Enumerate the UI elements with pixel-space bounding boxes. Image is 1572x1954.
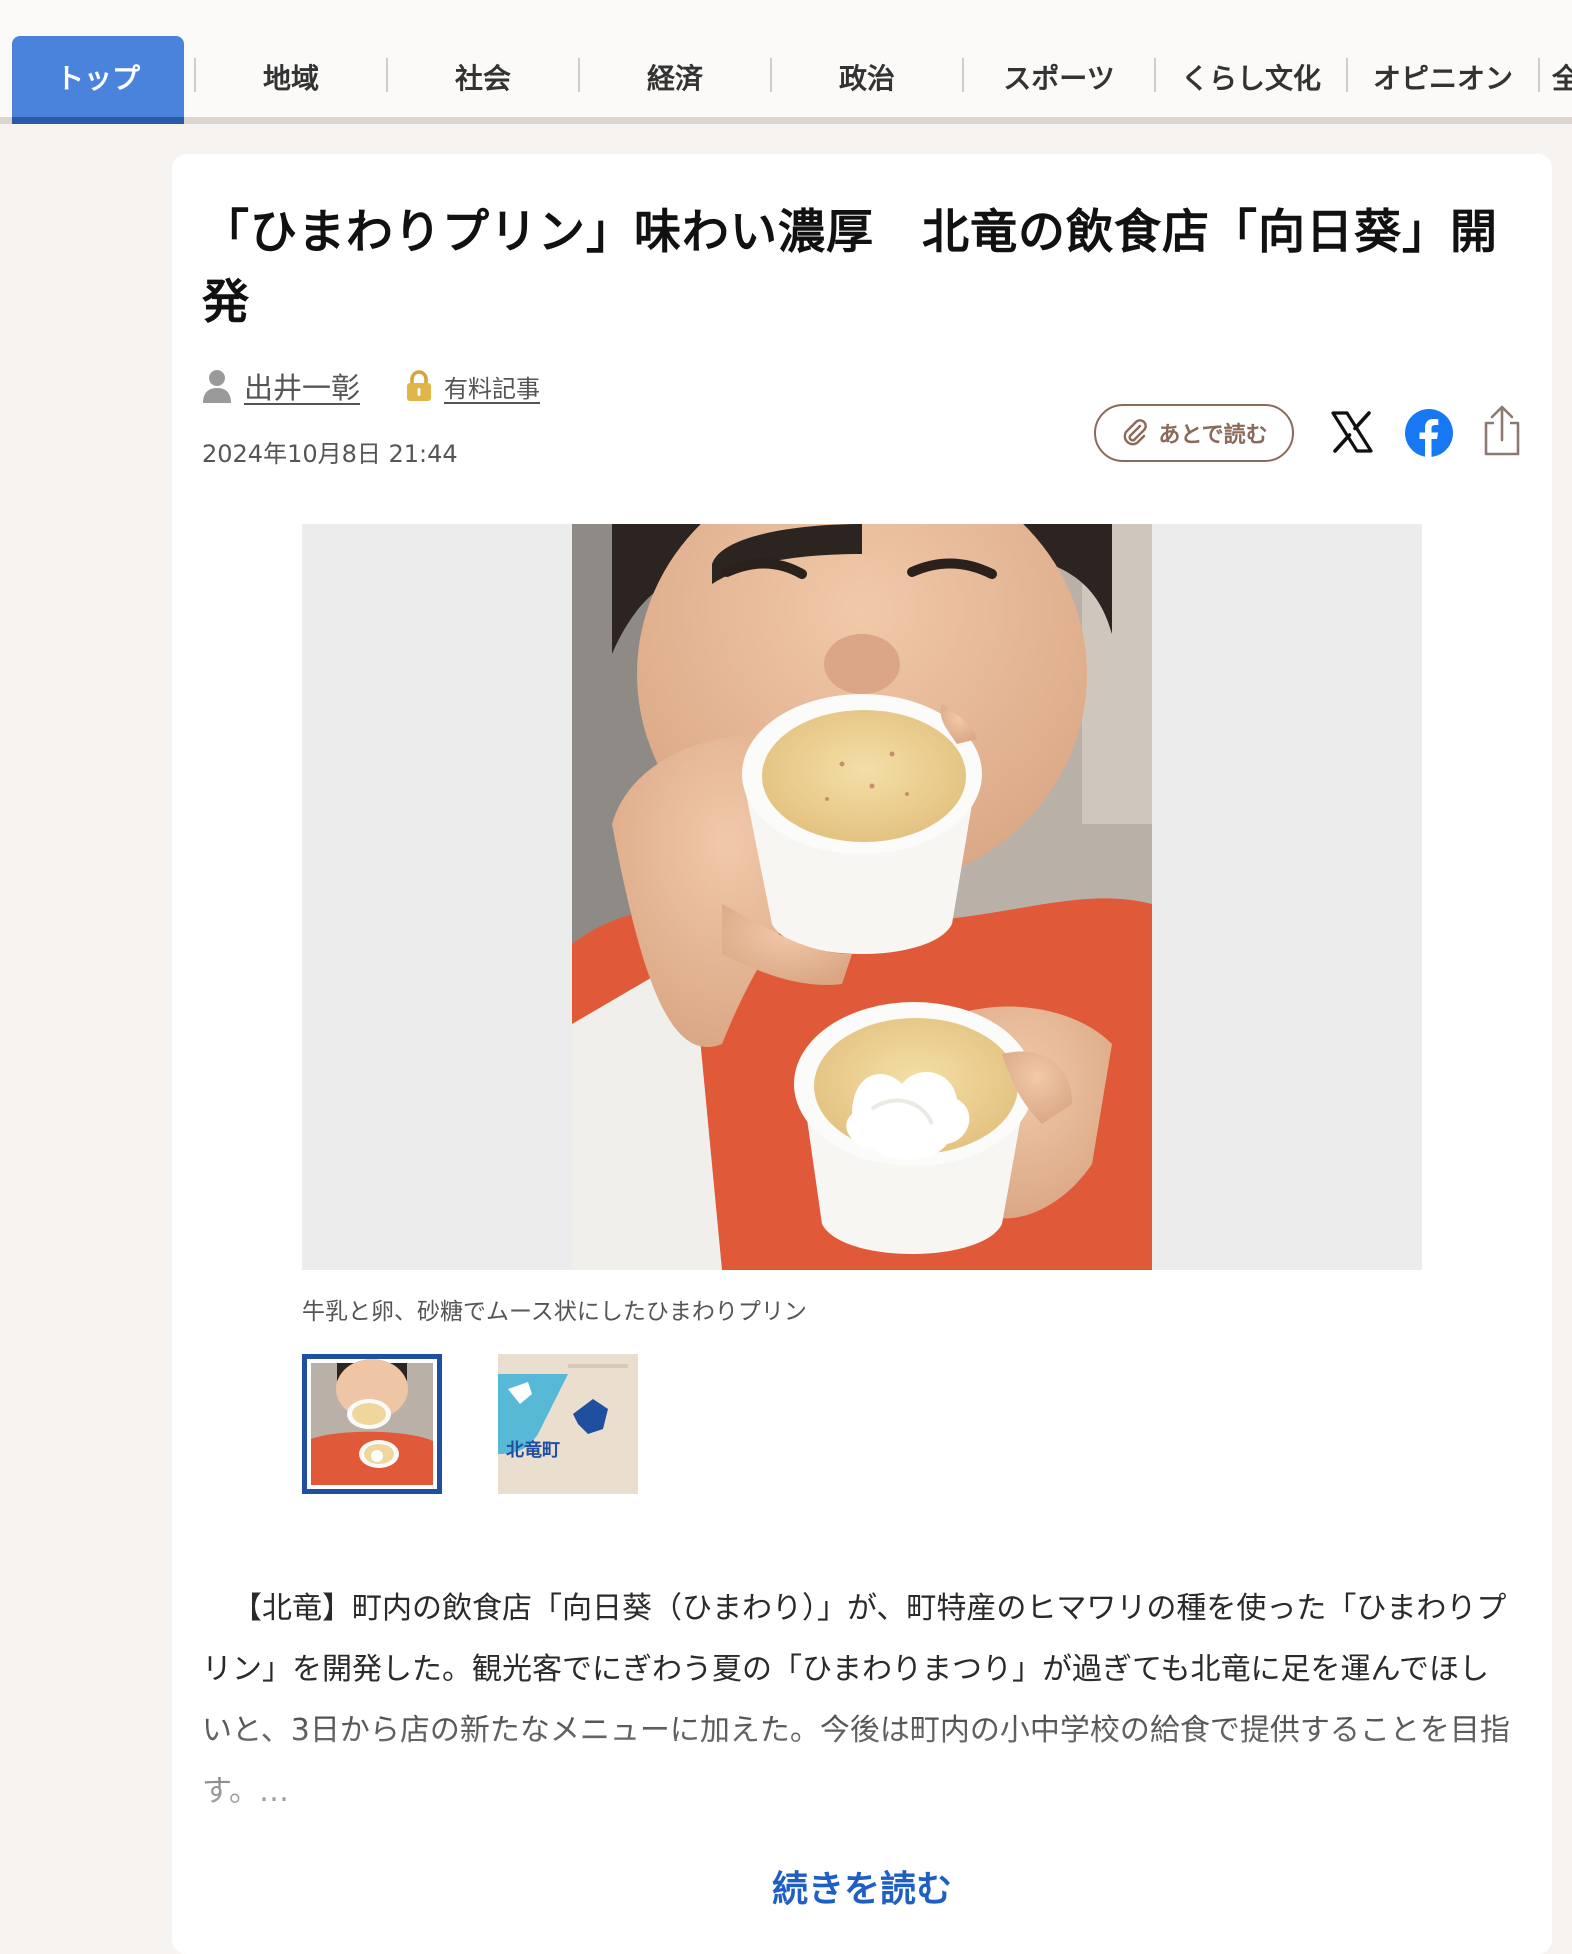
read-later-button[interactable]: あとで読む — [1094, 404, 1294, 462]
facebook-icon[interactable] — [1404, 408, 1454, 458]
author-link[interactable]: 出井一彰 — [244, 365, 360, 407]
lock-icon — [407, 370, 432, 401]
tab-top[interactable]: トップ — [12, 36, 184, 124]
tab-society[interactable]: 社会 — [388, 40, 578, 114]
paperclip-icon — [1123, 419, 1148, 446]
photo-thumbnail-image — [307, 1359, 437, 1489]
tab-region[interactable]: 地域 — [196, 40, 386, 114]
photo-thumbnail[interactable] — [302, 1354, 442, 1494]
top-navigation: トップ 地域 社会 経済 政治 スポーツ くらし文化 オピニオン 全 — [0, 0, 1572, 124]
map-label-hokuryu: 北竜町 — [506, 1440, 560, 1461]
map-thumbnail[interactable]: 北竜町 — [498, 1354, 638, 1494]
main-photo-frame — [302, 524, 1422, 1270]
tab-opinion[interactable]: オピニオン — [1348, 40, 1538, 114]
article-title: 「ひまわりプリン」味わい濃厚 北竜の飲食店「向日葵」開発 — [202, 205, 1498, 330]
tab-politics[interactable]: 政治 — [772, 40, 962, 114]
paid-article-link[interactable]: 有料記事 — [444, 369, 540, 404]
article-card: 「ひまわりプリン」味わい濃厚 北竜の飲食店「向日葵」開発 出井一彰 有料記事 2… — [172, 154, 1552, 1954]
share-icon[interactable] — [1480, 404, 1524, 458]
tab-economy[interactable]: 経済 — [580, 40, 770, 114]
read-later-label: あとで読む — [1158, 423, 1268, 448]
read-more-link[interactable]: 続きを読む — [172, 1860, 1552, 1912]
person-icon — [203, 370, 231, 403]
tab-sports[interactable]: スポーツ — [964, 40, 1154, 114]
article-body: 【北竜】町内の飲食店「向日葵（ひまわり）」が、町特産のヒマワリの種を使った「ひま… — [202, 1591, 1510, 1809]
x-logo-icon[interactable] — [1330, 410, 1374, 454]
photo-caption: 牛乳と卵、砂糖でムース状にしたひまわりプリン — [302, 1299, 807, 1325]
tab-all-partial[interactable]: 全 — [1552, 40, 1572, 114]
main-photo[interactable] — [572, 524, 1152, 1270]
tab-lifestyle-culture[interactable]: くらし文化 — [1156, 40, 1346, 114]
nav-separator — [1538, 58, 1540, 92]
map-thumbnail-image — [498, 1354, 638, 1494]
publish-date: 2024年10月8日 21:44 — [202, 440, 458, 468]
article-meta: 出井一彰 有料記事 — [202, 366, 540, 406]
